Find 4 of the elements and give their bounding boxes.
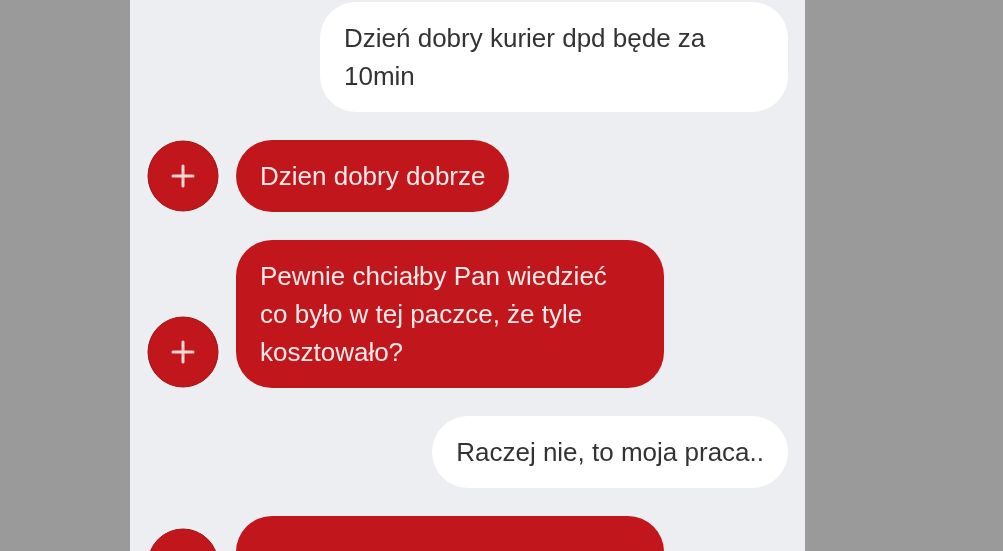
- message-bubble: Pewnie chciałby Pan wiedzieć co było w tej paczce, że tyle kosztowało?: [236, 240, 664, 388]
- message-bubble: Raczej nie, to moja praca..: [432, 416, 788, 488]
- message-bubble: Dzien dobry dobrze: [236, 140, 510, 212]
- message-bubble: Dzień dobry kurier dpd będe za 10min: [320, 2, 788, 112]
